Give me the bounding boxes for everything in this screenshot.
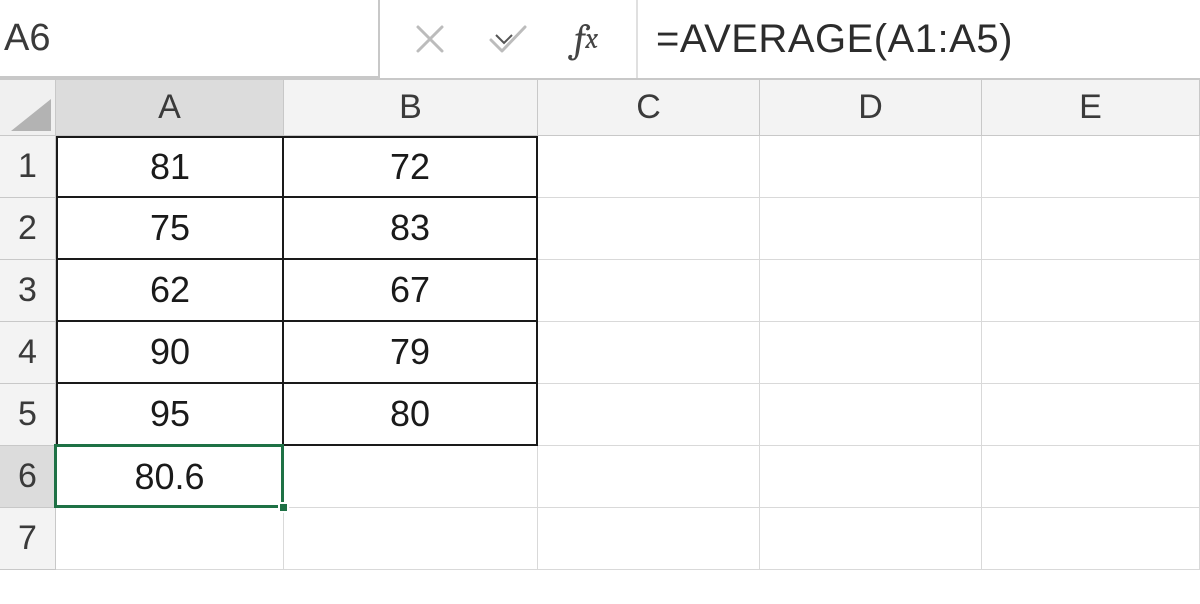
- cell-D3[interactable]: [760, 260, 982, 322]
- cell-B5[interactable]: 80: [284, 384, 538, 446]
- cell-A7[interactable]: [56, 508, 284, 570]
- cell-C4[interactable]: [538, 322, 760, 384]
- cell-D1[interactable]: [760, 136, 982, 198]
- column-header-C[interactable]: C: [538, 80, 760, 136]
- cell-E3[interactable]: [982, 260, 1200, 322]
- fill-handle[interactable]: [278, 502, 289, 513]
- row-header-5[interactable]: 5: [0, 384, 56, 446]
- insert-function-icon[interactable]: fx: [564, 17, 608, 61]
- cell-C3[interactable]: [538, 260, 760, 322]
- column-header-B[interactable]: B: [284, 80, 538, 136]
- cell-B1[interactable]: 72: [284, 136, 538, 198]
- enter-icon[interactable]: [486, 17, 530, 61]
- column-header-row: A B C D E: [0, 80, 1200, 136]
- column-header-D[interactable]: D: [760, 80, 982, 136]
- cell-C6[interactable]: [538, 446, 760, 508]
- cell-E1[interactable]: [982, 136, 1200, 198]
- cell-E5[interactable]: [982, 384, 1200, 446]
- cell-E6[interactable]: [982, 446, 1200, 508]
- cell-B3[interactable]: 67: [284, 260, 538, 322]
- worksheet: A B C D E 1 2 3 4 5 6 7 81 72 75 83: [0, 80, 1200, 604]
- cell-D7[interactable]: [760, 508, 982, 570]
- cell-A5[interactable]: 95: [56, 384, 284, 446]
- column-header-E[interactable]: E: [982, 80, 1200, 136]
- cancel-icon[interactable]: [408, 17, 452, 61]
- formula-bar-buttons: fx: [380, 0, 638, 78]
- row-header-2[interactable]: 2: [0, 198, 56, 260]
- cell-D4[interactable]: [760, 322, 982, 384]
- cell-A2[interactable]: 75: [56, 198, 284, 260]
- cell-A4[interactable]: 90: [56, 322, 284, 384]
- row-header-1[interactable]: 1: [0, 136, 56, 198]
- cell-A1[interactable]: 81: [56, 136, 284, 198]
- cell-D5[interactable]: [760, 384, 982, 446]
- cell-grid: 81 72 75 83 62 67 90 79: [56, 136, 1200, 604]
- cell-C2[interactable]: [538, 198, 760, 260]
- cell-B6[interactable]: [284, 446, 538, 508]
- cell-B2[interactable]: 83: [284, 198, 538, 260]
- column-header-A[interactable]: A: [56, 80, 284, 136]
- cell-D2[interactable]: [760, 198, 982, 260]
- select-all-corner[interactable]: [0, 80, 56, 136]
- cell-B4[interactable]: 79: [284, 322, 538, 384]
- cell-D6[interactable]: [760, 446, 982, 508]
- row-header-6[interactable]: 6: [0, 446, 56, 508]
- cell-C7[interactable]: [538, 508, 760, 570]
- cell-A6[interactable]: 80.6: [56, 446, 284, 508]
- cell-E7[interactable]: [982, 508, 1200, 570]
- formula-bar: fx: [0, 0, 1200, 80]
- row-header-7[interactable]: 7: [0, 508, 56, 570]
- cell-B7[interactable]: [284, 508, 538, 570]
- formula-input[interactable]: [638, 0, 1200, 78]
- cell-C5[interactable]: [538, 384, 760, 446]
- cell-E2[interactable]: [982, 198, 1200, 260]
- row-header-4[interactable]: 4: [0, 322, 56, 384]
- cell-A3[interactable]: 62: [56, 260, 284, 322]
- name-box-container: [0, 0, 380, 78]
- row-header-column: 1 2 3 4 5 6 7: [0, 136, 56, 570]
- cell-E4[interactable]: [982, 322, 1200, 384]
- row-header-3[interactable]: 3: [0, 260, 56, 322]
- cell-C1[interactable]: [538, 136, 760, 198]
